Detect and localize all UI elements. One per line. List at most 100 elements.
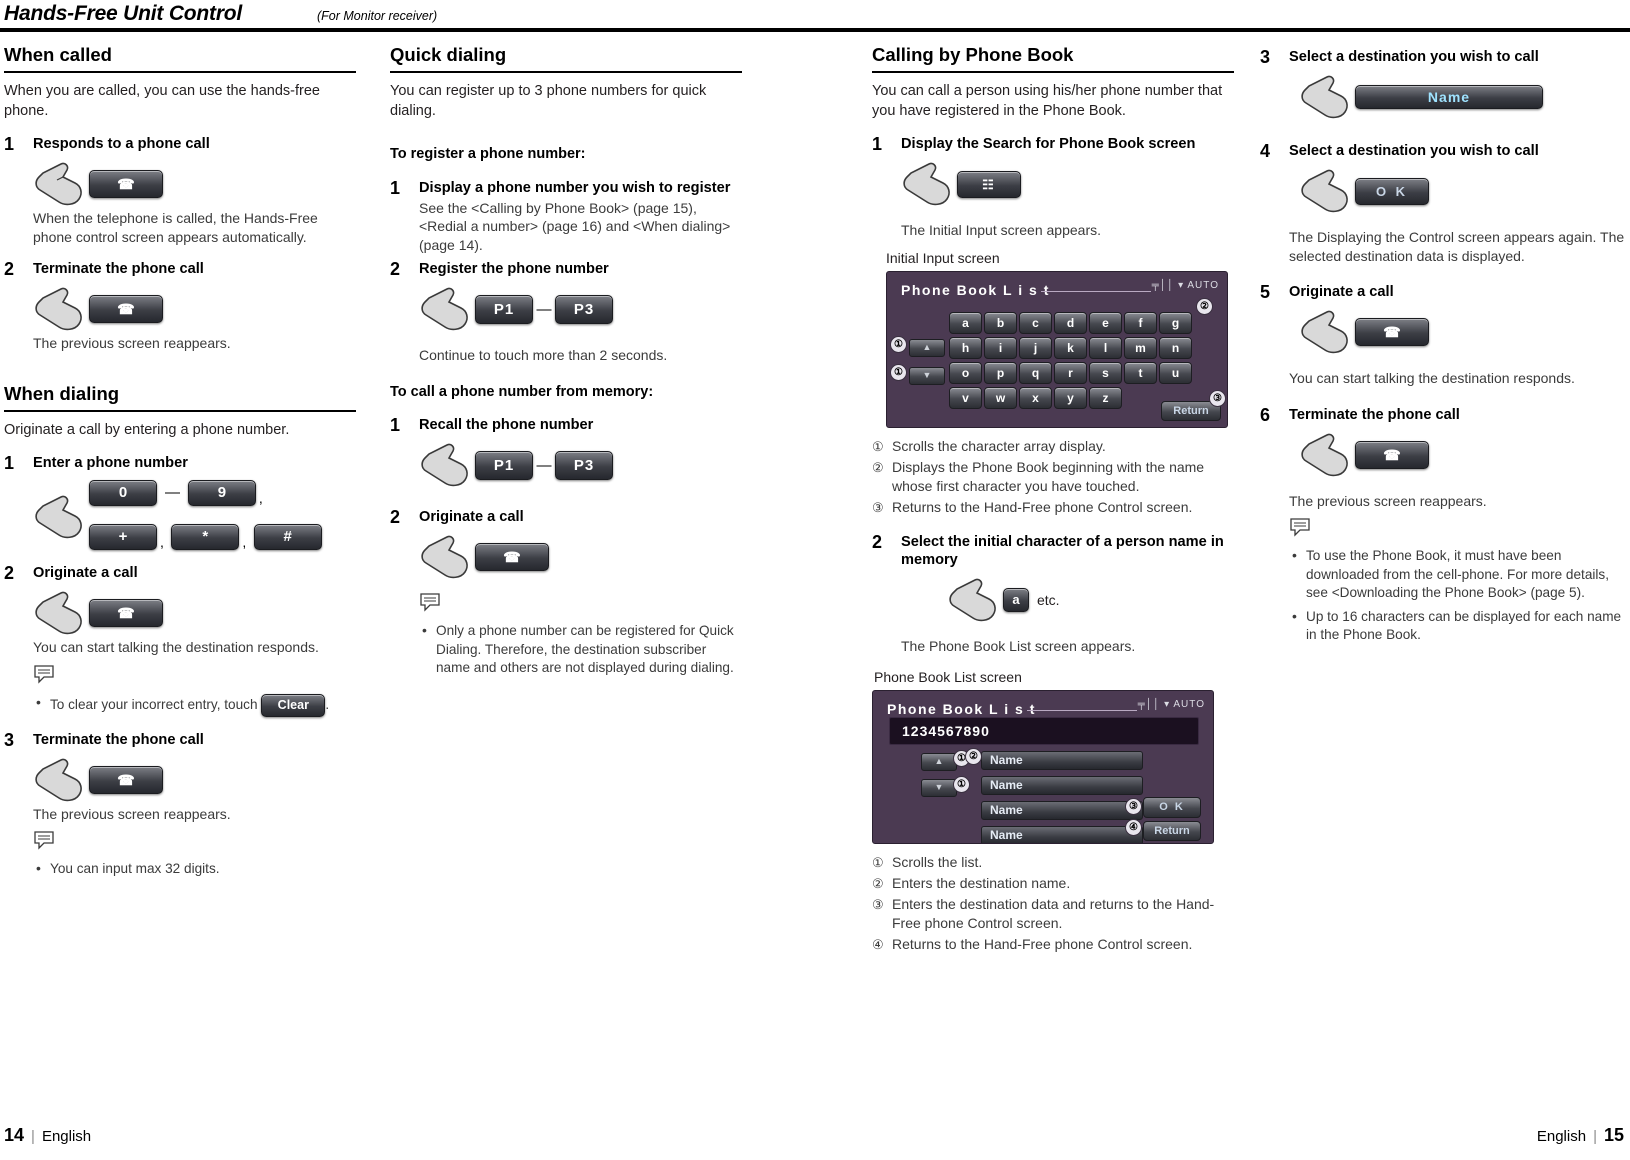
- ok-button[interactable]: O K: [1355, 177, 1429, 205]
- scroll-up-button[interactable]: ▲: [909, 338, 945, 357]
- header-rule: [0, 28, 1630, 32]
- list-item[interactable]: Name: [981, 826, 1143, 843]
- key-n[interactable]: n: [1159, 336, 1192, 359]
- numeric-keys: 0 — 9, +, *, #: [89, 480, 322, 550]
- initial-input-screen: Phone Book L i s t ╤││ ▾ AUTO a b c d e …: [886, 270, 1228, 428]
- step-originate-call-1: 2 Originate a call ☎ You can start talki…: [4, 563, 356, 717]
- key-plus-button[interactable]: +: [89, 524, 157, 550]
- key-illustration: ☎: [33, 757, 356, 803]
- range-dash: —: [536, 300, 552, 318]
- key-9-button[interactable]: 9: [187, 480, 256, 506]
- step-note: The Initial Input screen appears.: [901, 222, 1102, 238]
- step-note: You can start talking the destination re…: [33, 639, 319, 655]
- hand-cursor-icon: [901, 161, 957, 207]
- clear-button[interactable]: Clear: [261, 693, 326, 717]
- key-v[interactable]: v: [949, 386, 982, 409]
- key-m[interactable]: m: [1124, 336, 1157, 359]
- key-o[interactable]: o: [949, 361, 982, 384]
- step-number: 1: [390, 415, 401, 435]
- call-button[interactable]: ☎: [1355, 318, 1429, 346]
- preset-p3-button[interactable]: P3: [555, 294, 613, 324]
- selected-number: 1234567890: [889, 717, 1199, 745]
- etc-label: etc.: [1037, 591, 1060, 608]
- step-note: Continue to touch more than 2 seconds.: [419, 347, 668, 363]
- phone-book-button[interactable]: ☷: [957, 170, 1021, 198]
- key-d[interactable]: d: [1054, 311, 1087, 334]
- step-display-search-screen: 1 Display the Search for Phone Book scre…: [872, 134, 1234, 240]
- key-e[interactable]: e: [1089, 311, 1122, 334]
- key-k[interactable]: k: [1054, 336, 1087, 359]
- list-scroll-down-button[interactable]: ▼: [921, 779, 957, 797]
- call-button[interactable]: ☎: [475, 543, 549, 571]
- key-0-button[interactable]: 0: [89, 480, 157, 506]
- quick-dialing-intro: You can register up to 3 phone numbers f…: [390, 83, 707, 119]
- hangup-button[interactable]: ☎: [89, 295, 163, 323]
- step-responds-to-call: 1 Responds to a phone call ☎ When the te…: [4, 134, 356, 246]
- step-terminate-call-2: 3 Terminate the phone call ☎ The previou…: [4, 730, 356, 879]
- key-t[interactable]: t: [1124, 361, 1157, 384]
- step-note: The previous screen reappears.: [33, 805, 231, 822]
- key-f[interactable]: f: [1124, 311, 1157, 334]
- preset-p1-button[interactable]: P1: [475, 294, 533, 324]
- legend-initial-input: ① Scrolls the character array display. ②…: [872, 437, 1234, 517]
- return-button[interactable]: Return: [1143, 821, 1201, 841]
- column-two: Quick dialing You can register up to 3 p…: [390, 44, 742, 678]
- list-item[interactable]: Name: [981, 776, 1143, 795]
- key-w[interactable]: w: [984, 386, 1017, 409]
- subhead-call-memory: To call a phone number from memory:: [390, 383, 654, 400]
- bullet-quick-dial-note: Only a phone number can be registered fo…: [419, 621, 742, 678]
- key-star-button[interactable]: *: [171, 524, 240, 550]
- key-h[interactable]: h: [949, 336, 982, 359]
- key-a[interactable]: a: [949, 311, 982, 334]
- key-a-button[interactable]: a: [1003, 587, 1029, 612]
- screen-status: ╤││ ▾ AUTO: [1151, 279, 1219, 291]
- list-scroll-up-button[interactable]: ▲: [921, 753, 957, 771]
- phone-button[interactable]: ☎: [89, 170, 163, 198]
- step-number: 1: [4, 453, 15, 473]
- key-j[interactable]: j: [1019, 336, 1052, 359]
- key-y[interactable]: y: [1054, 386, 1087, 409]
- key-x[interactable]: x: [1019, 386, 1052, 409]
- step-title: Responds to a phone call: [33, 136, 210, 152]
- section-when-dialing: When dialing: [4, 383, 356, 412]
- legend-text: Scrolls the list.: [892, 854, 983, 870]
- preset-p3-button[interactable]: P3: [555, 450, 613, 480]
- step-title: Enter a phone number: [33, 455, 188, 471]
- step-title: Display a phone number you wish to regis…: [419, 179, 731, 196]
- step-register-number: 2 Register the phone number P1 — P3 Cont…: [390, 259, 742, 365]
- legend-text: Enters the destination name.: [892, 875, 1071, 891]
- hangup-button[interactable]: ☎: [1355, 440, 1429, 469]
- list-item[interactable]: Name: [981, 801, 1143, 820]
- column-one: When called When you are called, you can…: [4, 44, 356, 879]
- bullet-max-digits: You can input max 32 digits.: [33, 859, 356, 879]
- name-entry-button[interactable]: Name: [1355, 85, 1543, 109]
- call-button[interactable]: ☎: [89, 599, 163, 627]
- ok-button[interactable]: O K: [1143, 797, 1201, 818]
- list-item[interactable]: Name: [981, 751, 1143, 770]
- legend-item: ④ Returns to the Hand-Free phone Control…: [872, 935, 1234, 954]
- preset-key-illustration: P1 — P3: [419, 286, 742, 332]
- key-q[interactable]: q: [1019, 361, 1052, 384]
- hand-cursor-icon: [419, 534, 475, 580]
- bullet-phone-book-download: To use the Phone Book, it must have been…: [1289, 546, 1626, 603]
- key-b[interactable]: b: [984, 311, 1017, 334]
- header-title: Hands-Free Unit Control: [4, 2, 243, 25]
- key-hash-button[interactable]: #: [253, 524, 322, 550]
- when-called-intro: When you are called, you can use the han…: [4, 83, 320, 119]
- hand-cursor-icon: [33, 590, 89, 636]
- key-c[interactable]: c: [1019, 311, 1052, 334]
- key-g[interactable]: g: [1159, 311, 1192, 334]
- step-select-initial-character: 2 Select the initial character of a pers…: [872, 532, 1234, 656]
- preset-p1-button[interactable]: P1: [475, 450, 533, 480]
- hangup-button[interactable]: ☎: [89, 765, 163, 794]
- key-r[interactable]: r: [1054, 361, 1087, 384]
- key-l[interactable]: l: [1089, 336, 1122, 359]
- step-note: The previous screen reappears.: [33, 335, 231, 351]
- scroll-down-button[interactable]: ▼: [909, 366, 945, 385]
- key-s[interactable]: s: [1089, 361, 1122, 384]
- key-i[interactable]: i: [984, 336, 1017, 359]
- hand-cursor-icon: [419, 286, 475, 332]
- key-u[interactable]: u: [1159, 361, 1192, 384]
- key-p[interactable]: p: [984, 361, 1017, 384]
- key-z[interactable]: z: [1089, 386, 1122, 409]
